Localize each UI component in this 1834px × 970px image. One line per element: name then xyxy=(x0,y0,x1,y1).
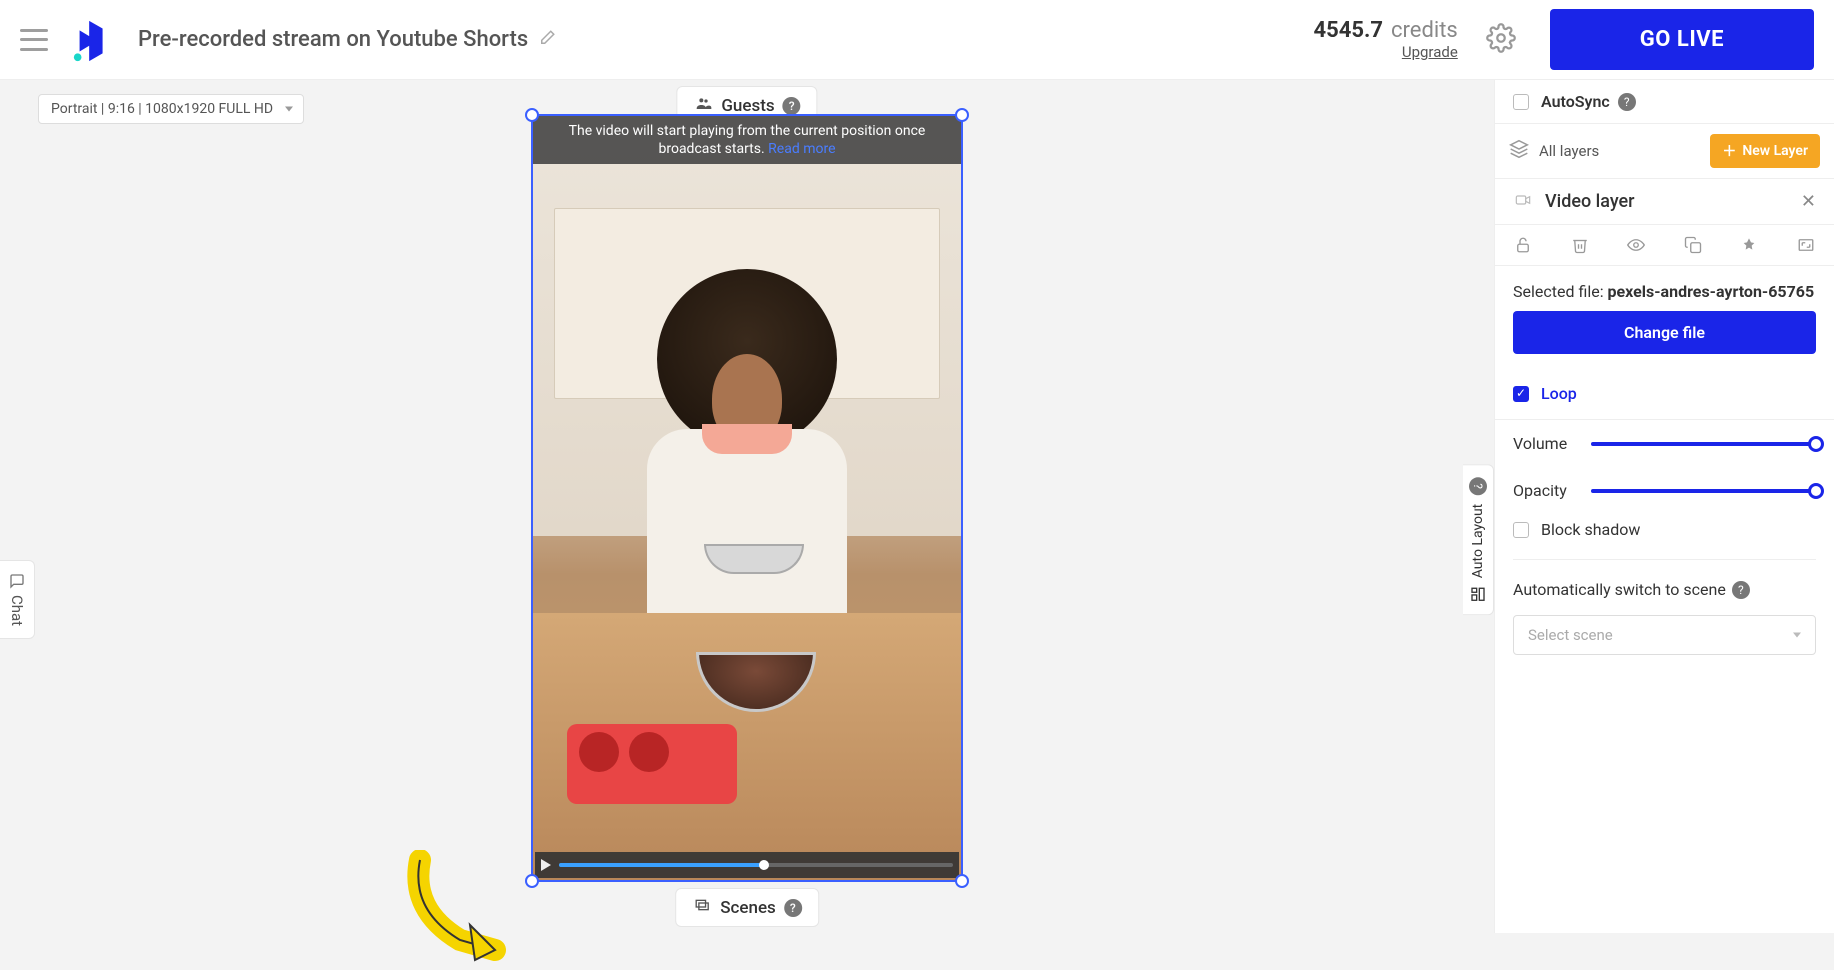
guests-label: Guests xyxy=(721,96,774,116)
chat-tab[interactable]: Chat xyxy=(0,560,35,639)
credits-amount: 4545.7 xyxy=(1314,18,1384,43)
plus-icon: ＋ xyxy=(1722,141,1736,161)
layers-row: All layers ＋ New Layer xyxy=(1495,124,1834,179)
opacity-label: Opacity xyxy=(1513,481,1577,500)
upgrade-link[interactable]: Upgrade xyxy=(1314,43,1458,61)
resize-handle[interactable] xyxy=(955,874,969,888)
help-icon[interactable]: ? xyxy=(1618,93,1636,111)
credits-label: credits xyxy=(1391,18,1458,43)
go-live-button[interactable]: GO LIVE xyxy=(1550,9,1814,70)
autosync-label: AutoSync xyxy=(1541,92,1610,111)
fullscreen-icon[interactable] xyxy=(1796,235,1816,255)
auto-layout-tab[interactable]: Auto Layout ? xyxy=(1463,465,1494,616)
layer-title: Video layer xyxy=(1545,191,1801,212)
copy-icon[interactable] xyxy=(1683,235,1703,255)
eye-icon[interactable] xyxy=(1626,235,1646,255)
volume-label: Volume xyxy=(1513,434,1577,453)
resize-handle[interactable] xyxy=(525,108,539,122)
autosync-row: AutoSync ? xyxy=(1495,80,1834,124)
pin-icon[interactable] xyxy=(1739,235,1759,255)
guests-icon xyxy=(693,95,713,116)
block-shadow-checkbox[interactable] xyxy=(1513,522,1529,538)
help-icon[interactable]: ? xyxy=(783,97,801,115)
scene-select[interactable]: Select scene xyxy=(1513,615,1816,655)
new-layer-button[interactable]: ＋ New Layer xyxy=(1710,134,1820,168)
loop-row: Loop xyxy=(1495,372,1834,420)
video-preview xyxy=(533,116,961,880)
block-shadow-row: Block shadow xyxy=(1495,514,1834,551)
scenes-icon xyxy=(692,897,712,918)
video-banner: The video will start playing from the cu… xyxy=(533,116,961,164)
canvas-area: Portrait | 9:16 | 1080x1920 FULL HD Gues… xyxy=(0,80,1494,933)
gear-icon[interactable] xyxy=(1486,23,1516,57)
header: Pre-recorded stream on Youtube Shorts 45… xyxy=(0,0,1834,80)
selected-file-row: Selected file: pexels-andres-ayrton-6576… xyxy=(1495,266,1834,311)
camera-icon xyxy=(1513,192,1533,212)
block-shadow-label: Block shadow xyxy=(1541,520,1640,539)
help-icon[interactable]: ? xyxy=(784,899,802,917)
scenes-label: Scenes xyxy=(720,898,776,918)
close-icon[interactable]: ✕ xyxy=(1801,191,1816,212)
opacity-row: Opacity xyxy=(1495,467,1834,514)
resize-handle[interactable] xyxy=(525,874,539,888)
video-controls xyxy=(535,852,959,878)
auto-switch-row: Automatically switch to scene ? xyxy=(1495,568,1834,607)
opacity-slider[interactable] xyxy=(1591,489,1816,493)
loop-label: Loop xyxy=(1541,384,1577,403)
format-selector[interactable]: Portrait | 9:16 | 1080x1920 FULL HD xyxy=(38,94,304,124)
volume-slider[interactable] xyxy=(1591,442,1816,446)
read-more-link[interactable]: Read more xyxy=(768,141,835,157)
loop-checkbox[interactable] xyxy=(1513,386,1529,402)
autosync-checkbox[interactable] xyxy=(1513,94,1529,110)
video-scrubber[interactable] xyxy=(559,863,953,867)
help-icon[interactable]: ? xyxy=(1469,478,1487,496)
logo[interactable] xyxy=(70,17,116,63)
lock-icon[interactable] xyxy=(1513,235,1533,255)
volume-row: Volume xyxy=(1495,420,1834,467)
all-layers-label[interactable]: All layers xyxy=(1539,142,1710,160)
layout-icon xyxy=(1470,586,1486,602)
menu-icon[interactable] xyxy=(20,29,48,51)
scenes-tab[interactable]: Scenes ? xyxy=(675,888,819,927)
layer-title-row: Video layer ✕ xyxy=(1495,179,1834,225)
change-file-button[interactable]: Change file xyxy=(1513,311,1816,354)
pencil-icon[interactable] xyxy=(538,29,556,51)
credits-block: 4545.7 credits Upgrade xyxy=(1314,18,1458,61)
help-icon[interactable]: ? xyxy=(1732,581,1750,599)
selected-file-name: pexels-andres-ayrton-65765 xyxy=(1608,282,1815,301)
play-icon[interactable] xyxy=(541,859,551,871)
arrow-annotation xyxy=(400,850,540,970)
stream-title: Pre-recorded stream on Youtube Shorts xyxy=(138,27,528,52)
right-panel: AutoSync ? All layers ＋ New Layer Video … xyxy=(1494,80,1834,933)
layer-actions xyxy=(1495,225,1834,266)
video-frame[interactable]: The video will start playing from the cu… xyxy=(531,114,963,882)
layers-icon xyxy=(1509,139,1529,163)
resize-handle[interactable] xyxy=(955,108,969,122)
chat-icon xyxy=(9,573,25,589)
trash-icon[interactable] xyxy=(1570,235,1590,255)
